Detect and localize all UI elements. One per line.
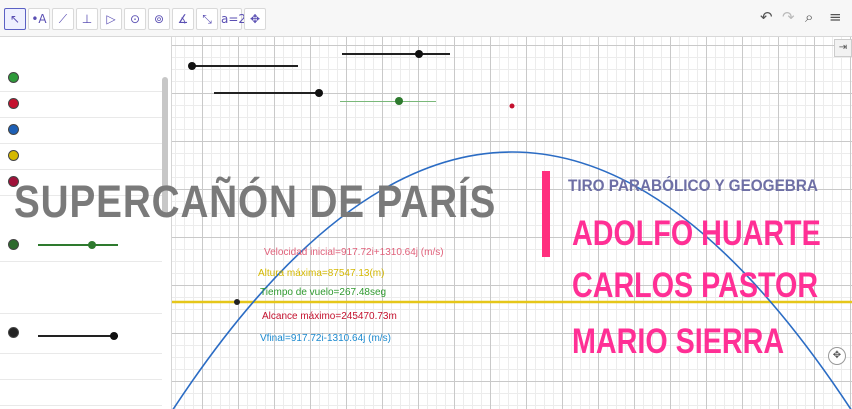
slider-track[interactable] [340,101,436,102]
line-tool-icon[interactable]: ⟋ [52,8,74,30]
video-subtitle: TIRO PARABÓLICO Y GEOGEBRA [568,176,818,195]
perpendicular-tool-icon[interactable]: ⊥ [76,8,98,30]
list-item[interactable] [0,117,162,144]
circle-tool-icon[interactable]: ⊙ [124,8,146,30]
polygon-tool-icon[interactable]: ▷ [100,8,122,30]
slider-track[interactable] [190,65,298,67]
author-name: MARIO SIERRA [572,322,785,361]
slider-track[interactable] [38,335,118,337]
graphics-style-bar-icon[interactable]: ⇥ [834,39,852,57]
toolbar: ↖ •A ⟋ ⊥ ▷ ⊙ ⊚ ∡ ⤡ a=2 ✥ ↶ ↷ ⌕ ≡ [0,0,852,37]
list-item[interactable] [0,65,162,92]
angle-tool-icon[interactable]: ∡ [172,8,194,30]
list-item[interactable] [0,143,162,170]
search-icon[interactable]: ⌕ [805,8,813,26]
slider-handle[interactable] [415,50,423,58]
max-range-text: Alcance máximo=245470.73m [262,311,397,322]
list-item[interactable] [0,313,162,354]
initial-velocity-text: Velocidad inicial=917.72i+1310.64j (m/s) [264,247,444,258]
visibility-toggle-icon[interactable] [8,150,19,161]
final-velocity-text: Vfinal=917.72i-1310.64j (m/s) [260,333,391,344]
author-name: ADOLFO HUARTE [572,214,821,253]
slider-handle[interactable] [188,62,196,70]
slider-track[interactable] [38,244,118,246]
move-tool-icon[interactable]: ↖ [4,8,26,30]
title-divider [542,171,550,257]
video-title: SUPERCAÑÓN DE PARÍS [14,176,497,227]
slider-handle[interactable] [88,241,96,249]
point-tool-icon[interactable]: •A [28,8,50,30]
menu-icon[interactable]: ≡ [829,8,842,26]
visibility-toggle-icon[interactable] [8,124,19,135]
author-name: CARLOS PASTOR [572,266,819,305]
launch-point[interactable] [234,299,240,305]
visibility-toggle-icon[interactable] [8,327,19,338]
visibility-toggle-icon[interactable] [8,98,19,109]
reflect-tool-icon[interactable]: ⤡ [196,8,218,30]
slider-handle[interactable] [110,332,118,340]
list-item[interactable] [0,379,162,406]
list-item[interactable] [0,353,162,380]
list-item[interactable] [0,287,162,314]
text-tool-icon[interactable]: a=2 [220,8,246,30]
slider-track[interactable] [214,92,322,94]
flight-time-text: Tiempo de vuelo=267.48seg [260,287,387,298]
slider-track[interactable] [342,53,450,55]
ellipse-tool-icon[interactable]: ⊚ [148,8,170,30]
list-item[interactable] [0,91,162,118]
visibility-toggle-icon[interactable] [8,72,19,83]
slider-handle[interactable] [315,89,323,97]
max-height-text: Altura máxima=87547.13(m) [258,268,385,279]
apex-point[interactable] [509,103,515,109]
list-item[interactable] [0,227,162,262]
undo-icon[interactable]: ↶ [760,8,773,26]
visibility-toggle-icon[interactable] [8,239,19,250]
move-graphics-tool-icon[interactable]: ✥ [244,8,266,30]
zoom-icon[interactable]: ✥ [828,347,846,365]
redo-icon[interactable]: ↷ [782,8,795,26]
slider-handle[interactable] [395,97,403,105]
